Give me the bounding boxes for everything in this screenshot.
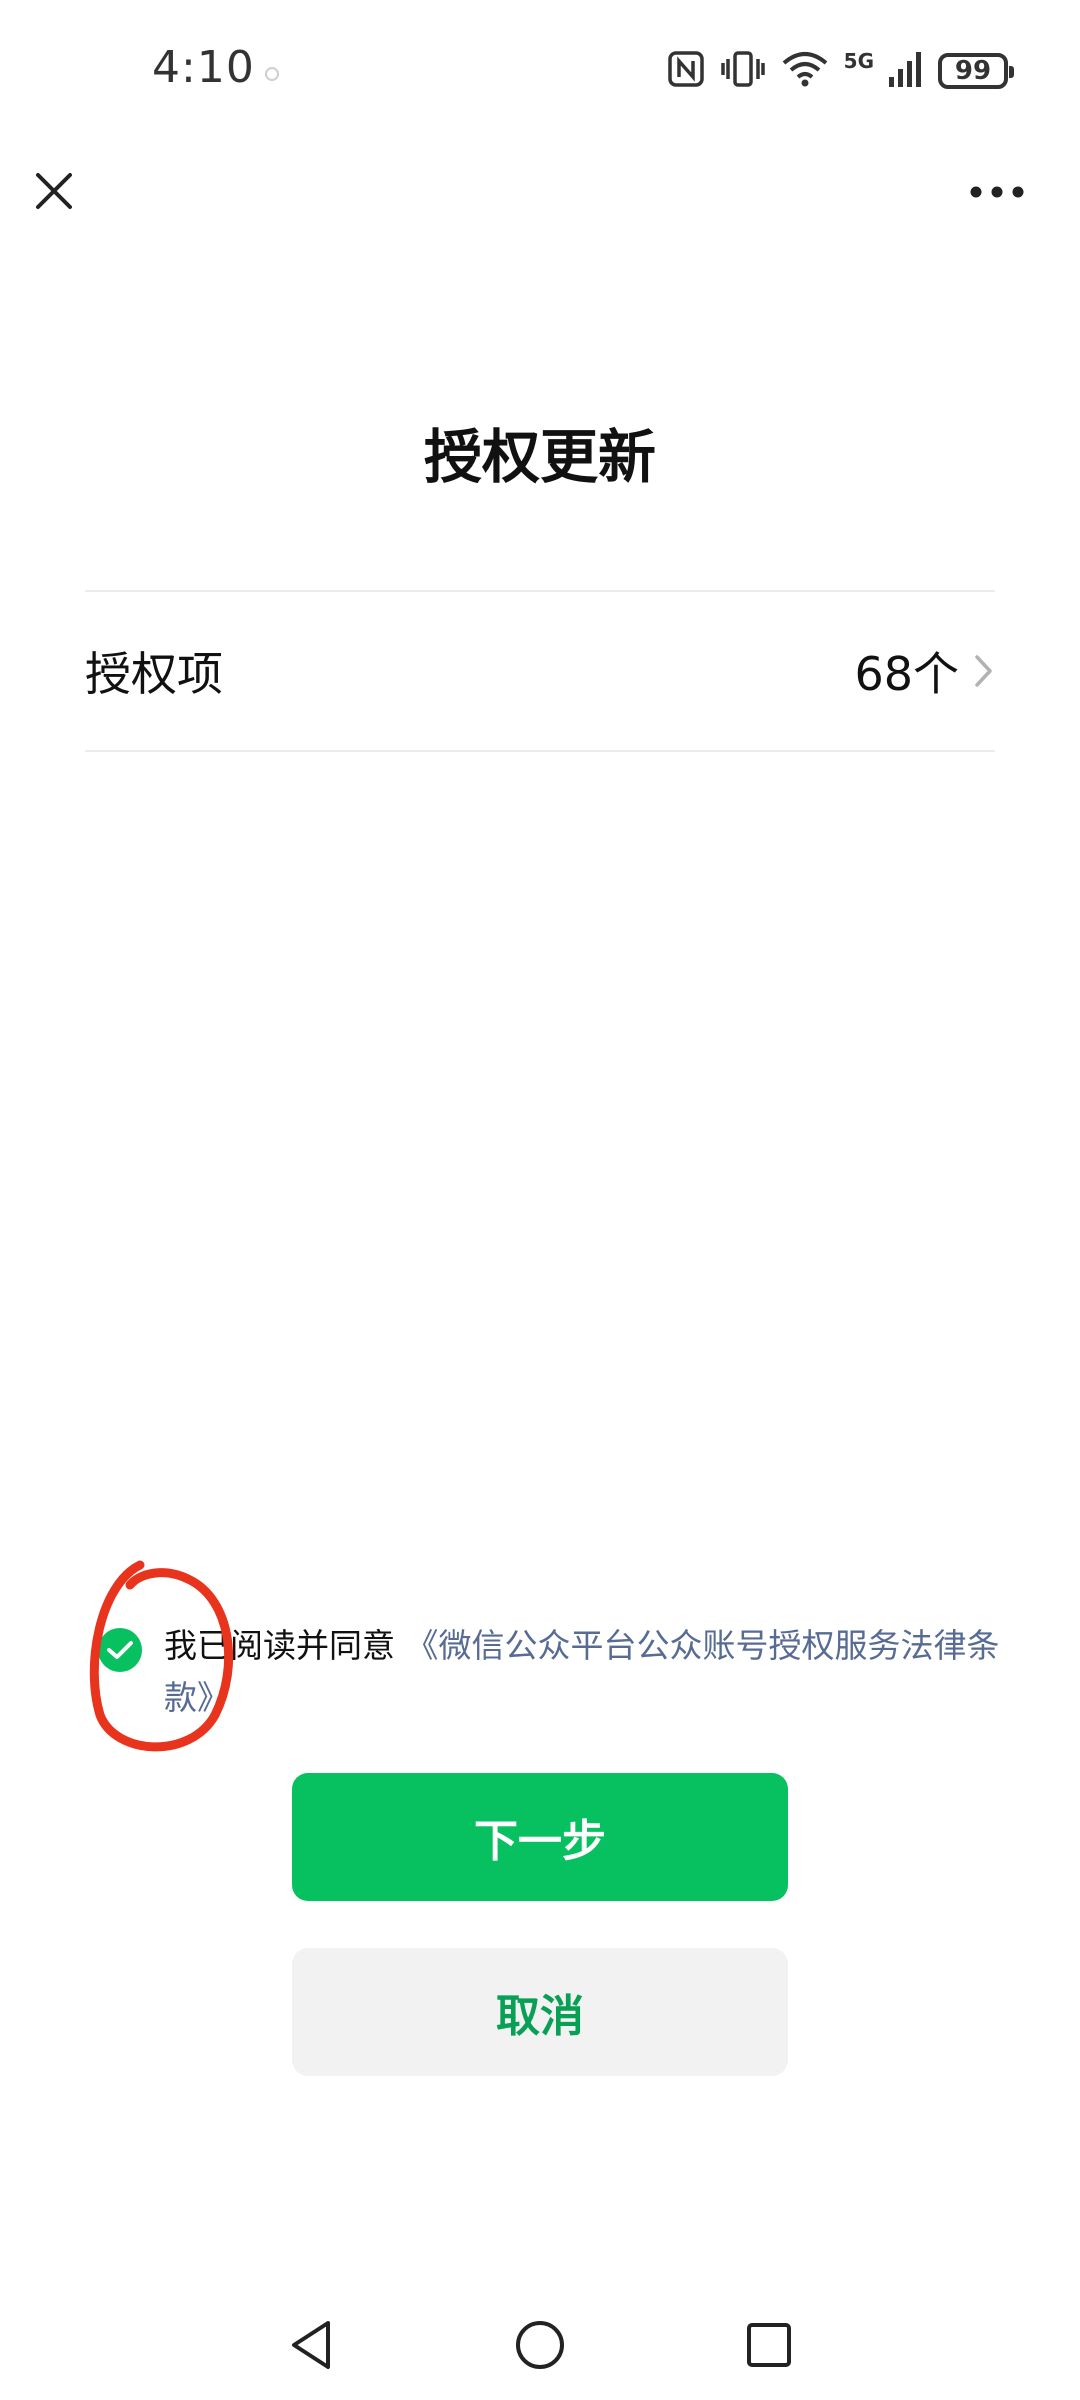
more-button[interactable]	[962, 170, 1032, 214]
next-step-button[interactable]: 下一步	[292, 1773, 788, 1901]
battery-icon: 99	[938, 53, 1014, 89]
system-back-button[interactable]	[276, 2310, 346, 2380]
vibrate-icon	[720, 49, 766, 93]
home-circle-icon	[516, 2321, 564, 2369]
status-bar: 4:10 5G 99	[0, 0, 1080, 140]
agree-checkbox[interactable]	[98, 1628, 142, 1672]
more-dots-icon	[970, 186, 1024, 198]
cancel-button[interactable]: 取消	[292, 1948, 788, 2076]
status-icons: 5G 99	[666, 46, 1014, 96]
notification-dot-icon	[265, 67, 279, 81]
back-triangle-icon	[292, 2321, 330, 2369]
auth-items-right: 68个	[854, 638, 995, 704]
nfc-icon	[666, 49, 706, 93]
auth-items-label: 授权项	[85, 647, 223, 701]
wifi-icon	[780, 49, 830, 93]
chevron-right-icon	[975, 655, 992, 687]
system-nav-bar	[0, 2290, 1080, 2400]
network-type-label: 5G	[843, 49, 874, 73]
system-home-button[interactable]	[505, 2310, 575, 2380]
recents-square-icon	[747, 2323, 791, 2367]
check-icon	[107, 1641, 133, 1659]
agreement-prefix: 我已阅读并同意	[164, 1626, 395, 1665]
auth-update-page: 4:10 5G 99 授权更新 授权项 68个 我已阅读并同意 《微信公众平台公…	[0, 0, 1080, 2400]
close-icon	[36, 173, 72, 209]
system-recents-button[interactable]	[734, 2310, 804, 2380]
auth-items-row[interactable]: 授权项 68个	[85, 592, 995, 750]
close-button[interactable]	[28, 165, 80, 217]
auth-items-count: 68个	[854, 647, 959, 701]
signal-icon	[888, 49, 924, 93]
page-title: 授权更新	[423, 423, 656, 491]
status-time: 4:10	[152, 42, 255, 93]
divider-bottom	[85, 750, 995, 752]
agreement-text: 我已阅读并同意 《微信公众平台公众账号授权服务法律条款》	[164, 1620, 1004, 1724]
